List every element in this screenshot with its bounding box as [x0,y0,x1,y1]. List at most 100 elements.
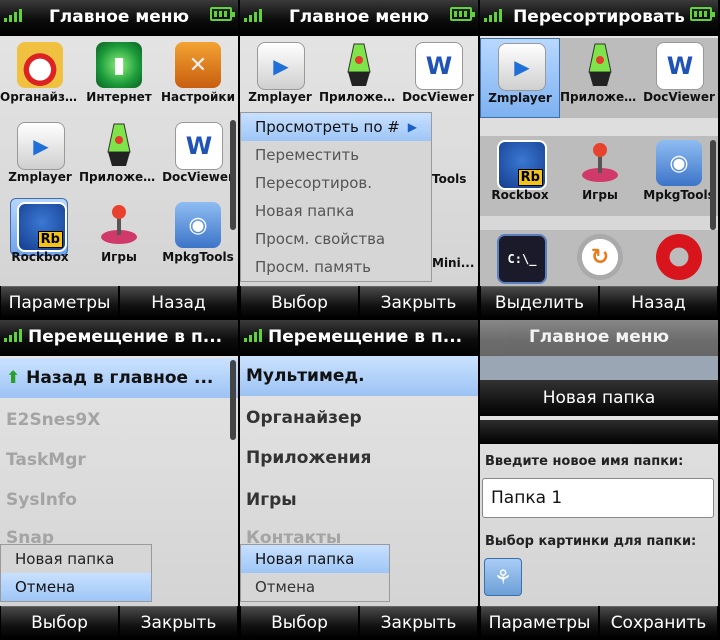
folder-name-input[interactable]: Папка 1 [482,478,714,518]
dim-background [480,356,718,380]
app-internet[interactable]: ▮ Интернет [79,38,159,118]
app-label: Rockbox [491,188,549,202]
folder-picture-picker[interactable]: ⚘ [484,558,522,596]
signal-icon [4,328,26,342]
opera-icon [656,234,702,280]
screen-move-to-folders: Перемещение в п... Мультимед. Органайзер… [240,320,478,638]
menu-item-new-folder[interactable]: Новая папка [241,545,389,573]
popup-menu: Новая папка Отмена [240,544,390,602]
word-doc-icon: W [175,122,223,170]
scrollbar[interactable] [230,120,236,230]
list-item-back-home[interactable]: ⬆ Назад в главное ... [0,358,238,398]
menu-item-memory[interactable]: Просм. память [241,253,431,281]
softkey-right[interactable]: Закрыть [360,606,477,638]
app-applications[interactable]: Приложен... [319,38,399,118]
app-label: Игры [582,188,618,202]
app-mpkgtools[interactable]: ◉ MpkgTools [158,198,238,278]
battery-icon [210,7,235,21]
zmplayer-icon: ▶ [257,42,305,90]
app-label: Rockbox [11,250,69,264]
menu-item-cancel[interactable]: Отмена [1,573,151,601]
softkey-right[interactable]: Назад [600,286,717,318]
softkey-left[interactable]: Параметры [481,606,598,638]
lava-lamp-icon [336,42,382,88]
scrollbar[interactable] [230,360,236,440]
softkey-right[interactable]: Закрыть [360,286,477,318]
softkey-left[interactable]: Выбор [241,286,358,318]
submenu-arrow-icon: ▶ [407,120,417,134]
rockbox-icon: Rb [17,202,67,252]
app-label: Игры [101,250,137,264]
app-docviewer[interactable]: W DocViewer [639,38,718,118]
softkey-right[interactable]: Назад [120,286,237,318]
app-label: Органайзер [0,90,80,104]
app-organizer[interactable]: Органайзер [0,38,80,118]
softkey-right[interactable]: Закрыть [120,606,237,638]
package-disc-icon: ◉ [175,202,221,248]
options-menu: Просмотреть по # ▶ Переместить Пересортир… [240,112,432,282]
app-rockbox[interactable]: Rb Rockbox [480,136,560,216]
app-settings[interactable]: ✕ Настройки [158,38,238,118]
menu-item-view-by[interactable]: Просмотреть по # ▶ [241,113,431,141]
app-zmplayer[interactable]: ▶ Zmplayer [240,38,320,118]
scrollbar[interactable] [710,140,716,230]
softkey-bar: Параметры Сохранить [480,606,718,638]
list-item[interactable]: Органайзер [240,398,478,438]
lava-lamp-icon [577,42,623,88]
screen-main-menu: Главное меню Органайзер ▮ Интернет ✕ Нас… [0,0,238,318]
list-item[interactable]: E2Snes9X [0,400,238,440]
app-games[interactable]: Игры [79,198,159,278]
app-rockbox[interactable]: Rb Rockbox [0,198,80,278]
settings-wrench-icon: ✕ [175,42,221,88]
app-applications[interactable]: Приложения [560,38,640,118]
softkey-right[interactable]: Сохранить [600,606,717,638]
list-item[interactable]: SysInfo [0,480,238,520]
list-item[interactable]: Игры [240,480,478,520]
menu-item-cancel[interactable]: Отмена [241,573,389,601]
screen-title: Перемещение в п... [268,327,463,347]
menu-item-new-folder[interactable]: Новая папка [1,545,151,573]
word-doc-icon: W [656,42,704,90]
app-mpkgtools[interactable]: ◉ MpkgTools [639,136,718,216]
folder-name-label: Введите новое имя папки: [485,454,684,469]
app-docviewer[interactable]: W DocViewer [398,38,478,118]
menu-item-new-folder[interactable]: Новая папка [241,197,431,225]
screen-title: Главное меню [528,327,670,347]
up-arrow-icon: ⬆ [6,368,27,388]
softkey-bar: Выделить Назад [480,286,718,318]
clock-sync-icon: ↻ [577,234,623,280]
partial-label: Tools [432,172,467,186]
menu-item-move[interactable]: Переместить [241,141,431,169]
softkey-bar: Выбор Закрыть [240,606,478,638]
app-label: Zmplayer [8,170,72,184]
list-item[interactable]: Приложения [240,438,478,478]
app-applications[interactable]: Приложен... [79,118,159,198]
word-doc-icon: W [415,42,463,90]
softkey-left[interactable]: Выделить [481,286,598,318]
app-label: DocViewer [402,90,474,104]
app-label: Интернет [86,90,152,104]
app-docviewer[interactable]: W DocViewer [158,118,238,198]
softkey-left[interactable]: Выбор [241,606,358,638]
joystick-icon [577,140,623,186]
app-label: Zmplayer [248,90,312,104]
menu-item-properties[interactable]: Просм. свойства [241,225,431,253]
list-item[interactable]: TaskMgr [0,440,238,480]
folder-picture-label: Выбор картинки для папки: [485,534,697,549]
list-item-multimedia[interactable]: Мультимед. [240,356,478,396]
screen-resort: Пересортировать ▶ Zmplayer Приложения W … [480,0,718,318]
softkey-left[interactable]: Параметры [1,286,118,318]
title-bar: Перемещение в п... [0,320,238,356]
app-label: Zmplayer [488,91,552,105]
internet-globe-icon: ▮ [96,42,142,88]
app-label: MpkgTools [643,188,715,202]
app-games[interactable]: Игры [560,136,640,216]
app-zmplayer[interactable]: ▶ Zmplayer [0,118,80,198]
title-bar: Главное меню [240,0,478,36]
softkey-left[interactable]: Выбор [1,606,118,638]
screen-title: Главное меню [288,7,430,27]
app-zmplayer[interactable]: ▶ Zmplayer [480,38,560,118]
jellyfish-icon: ⚘ [494,565,512,589]
title-bar: Перемещение в п... [240,320,478,356]
menu-item-resort[interactable]: Пересортиров. [241,169,431,197]
